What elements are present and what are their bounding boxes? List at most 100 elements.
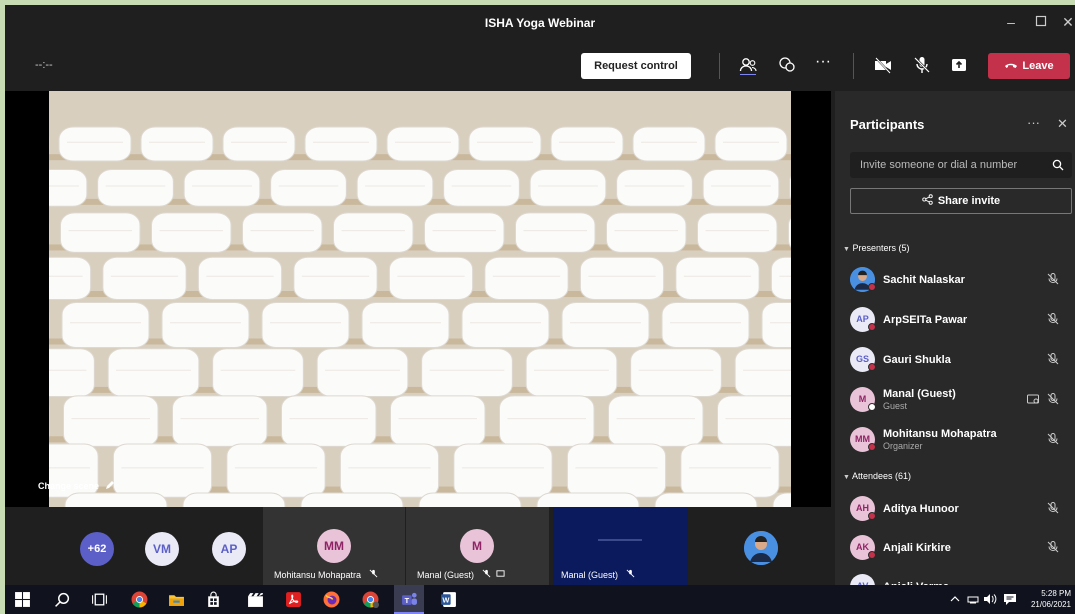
auditorium-seat xyxy=(61,302,150,348)
change-scene-label: Change scene xyxy=(38,481,100,491)
shared-screen-tile[interactable]: Manal (Guest) xyxy=(553,507,688,585)
auditorium-seat xyxy=(616,168,693,207)
auditorium-seat xyxy=(64,492,168,507)
toolbar-divider xyxy=(719,53,720,79)
avatar-vm[interactable]: VM xyxy=(145,532,179,566)
pdf-reader-icon[interactable] xyxy=(285,591,302,608)
auditorium-seat xyxy=(536,492,640,507)
video-strip: +62 VM AP MM Mohitansu Mohapatra M Manal… xyxy=(5,507,831,585)
chevron-up-icon[interactable] xyxy=(950,594,960,604)
task-view-icon[interactable] xyxy=(91,591,108,608)
auditorium-seat xyxy=(390,395,486,447)
auditorium-seat xyxy=(293,256,378,300)
microphone-off-icon[interactable] xyxy=(912,55,932,75)
auditorium-seat xyxy=(421,348,513,397)
auditorium-seat xyxy=(361,302,450,348)
meeting-stage: Change scene xyxy=(5,91,831,507)
auditorium-seat xyxy=(525,348,618,397)
auditorium-seat xyxy=(697,212,778,253)
participants-icon[interactable] xyxy=(738,55,758,76)
search-icon[interactable] xyxy=(54,591,71,608)
participant-row[interactable]: GS Gauri Shukla xyxy=(850,345,1072,375)
svg-text:W: W xyxy=(442,596,449,605)
participant-row[interactable]: M Manal (Guest) Guest xyxy=(850,385,1072,415)
store-icon[interactable] xyxy=(205,591,222,608)
meeting-timer: --:-- xyxy=(35,59,53,71)
strip-avatars-tile: +62 VM AP xyxy=(5,507,262,585)
auditorium-seat xyxy=(49,168,88,207)
panel-more-options-icon[interactable]: ··· xyxy=(1027,116,1040,129)
volume-icon[interactable] xyxy=(983,593,997,605)
auditorium-seat xyxy=(107,348,200,397)
windows-start-icon[interactable] xyxy=(14,591,31,608)
auditorium-seat xyxy=(161,302,250,348)
file-explorer-icon[interactable] xyxy=(168,591,185,608)
video-tile-manal[interactable]: M Manal (Guest) xyxy=(406,507,549,585)
auditorium-seat xyxy=(60,212,141,253)
leave-label: Leave xyxy=(1022,60,1054,72)
avatar-ap[interactable]: AP xyxy=(212,532,246,566)
microphone-off-icon xyxy=(1047,541,1059,553)
screen-share-icon xyxy=(1027,394,1039,404)
clock-date: 21/06/2021 xyxy=(1030,600,1071,609)
maximize-icon[interactable] xyxy=(1032,13,1050,31)
microphone-off-icon xyxy=(1047,502,1059,514)
search-icon[interactable] xyxy=(1052,159,1064,171)
presence-busy-badge xyxy=(868,512,876,520)
participant-name: Aditya Hunoor xyxy=(883,503,959,515)
minimize-icon[interactable]: – xyxy=(1002,13,1020,31)
microphone-off-icon xyxy=(626,569,634,578)
participant-row[interactable]: AH Aditya Hunoor xyxy=(850,494,1072,524)
video-tile-mohitansu[interactable]: MM Mohitansu Mohapatra xyxy=(263,507,405,585)
request-control-button[interactable]: Request control xyxy=(581,53,691,79)
shared-screen-content xyxy=(598,539,642,541)
video-editor-icon[interactable] xyxy=(247,591,264,608)
participant-role: Organizer xyxy=(883,441,923,451)
self-video-tile[interactable] xyxy=(692,507,831,585)
panel-close-icon[interactable]: ✕ xyxy=(1057,116,1068,132)
change-scene-button[interactable]: Change scene xyxy=(38,480,115,491)
avatar-m: M xyxy=(460,529,494,563)
close-window-icon[interactable]: ✕ xyxy=(1059,13,1075,31)
camera-off-icon[interactable] xyxy=(873,55,893,75)
chrome-profile-icon[interactable] xyxy=(362,591,379,608)
auditorium-seat xyxy=(529,168,607,207)
participant-name: ArpSEITa Pawar xyxy=(883,314,968,326)
notifications-icon[interactable] xyxy=(1003,592,1017,606)
presenters-section-header[interactable]: ▼ Presenters (5) xyxy=(843,243,909,253)
chat-icon[interactable] xyxy=(777,55,797,75)
network-icon[interactable] xyxy=(967,594,979,604)
teams-meeting-window: ISHA Yoga Webinar – ✕ --:-- Request cont… xyxy=(5,5,1075,614)
overflow-count-badge[interactable]: +62 xyxy=(80,532,114,566)
leave-button[interactable]: Leave xyxy=(988,53,1070,79)
system-clock[interactable]: 5:28 PM 21/06/2021 xyxy=(1031,588,1071,610)
participant-row[interactable]: AK Anjali Kirkire xyxy=(850,533,1072,563)
auditorium-seat xyxy=(770,256,791,300)
auditorium-seat xyxy=(270,168,347,207)
teams-taskbar-button[interactable]: T xyxy=(394,585,424,614)
auditorium-seat xyxy=(112,443,213,498)
auditorium-seat xyxy=(281,395,377,447)
auditorium-seat xyxy=(172,395,268,447)
presence-busy-badge xyxy=(868,283,876,291)
word-icon[interactable]: W xyxy=(440,591,457,608)
attendees-section-header[interactable]: ▼ Attendees (61) xyxy=(843,471,911,481)
participant-row[interactable]: Sachit Nalaskar xyxy=(850,265,1072,295)
auditorium-seat xyxy=(386,126,460,162)
share-icon xyxy=(922,194,933,205)
chrome-icon[interactable] xyxy=(131,591,148,608)
window-title: ISHA Yoga Webinar xyxy=(484,16,596,30)
title-bar: ISHA Yoga Webinar – ✕ xyxy=(5,5,1075,41)
participant-row[interactable]: AP ArpSEITa Pawar xyxy=(850,305,1072,335)
participant-row[interactable]: MM Mohitansu Mohapatra Organizer xyxy=(850,425,1072,455)
share-screen-icon[interactable] xyxy=(949,55,969,75)
auditorium-seat xyxy=(151,212,232,253)
auditorium-seat xyxy=(608,395,704,447)
auditorium-seat xyxy=(226,443,326,498)
auditorium-seat xyxy=(680,443,780,498)
invite-search-input[interactable]: Invite someone or dial a number xyxy=(850,152,1072,178)
more-options-icon[interactable]: ··· xyxy=(815,54,835,75)
auditorium-seat xyxy=(702,168,780,207)
share-invite-button[interactable]: Share invite xyxy=(850,188,1072,214)
firefox-icon[interactable] xyxy=(323,591,340,608)
